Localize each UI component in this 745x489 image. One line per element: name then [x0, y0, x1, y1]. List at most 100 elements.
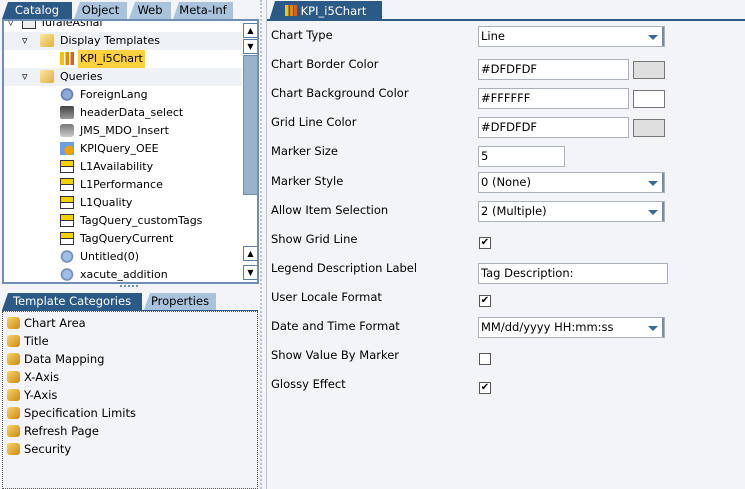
sql-icon [60, 106, 74, 119]
gear-icon [60, 88, 74, 101]
tag-icon [60, 196, 74, 209]
property-label: User Locale Format [271, 289, 382, 304]
property-label: Show Grid Line [271, 231, 358, 246]
tree-item[interactable]: TagQuery_customTags [4, 212, 242, 230]
property-label: Marker Size [271, 144, 339, 159]
tree-item-label: ForeignLang [80, 88, 148, 101]
db-icon [60, 124, 74, 137]
tree-scrollbar[interactable]: ▲ ▼ ▲ ▼ [242, 21, 257, 282]
property-label: Chart Border Color [271, 57, 379, 72]
property-label: Glossy Effect [271, 377, 346, 392]
color-swatch-button[interactable] [633, 119, 665, 138]
chevron-down-icon [648, 209, 658, 215]
tree-item[interactable]: xacute_addition [4, 266, 242, 282]
category-cube-icon [7, 371, 20, 383]
tree-item[interactable]: L1Availability [4, 158, 242, 176]
tab-template-categories[interactable]: Template Categories [2, 293, 142, 310]
project-icon [22, 21, 36, 29]
tree-item[interactable]: L1Quality [4, 194, 242, 212]
template-categories-list: Chart Area Title Data Mapping X-Axis Y-Axis S… [2, 311, 258, 489]
tree-item[interactable]: TagQueryCurrent [4, 230, 242, 248]
property-label: Chart Background Color [271, 86, 409, 101]
property-select[interactable]: MM/dd/yyyy HH:mm:ss [478, 317, 665, 338]
expand-toggle-icon[interactable]: ▿ [22, 32, 28, 50]
scroll-up-button-2[interactable]: ▲ [243, 246, 257, 261]
tree-item-label: L1Availability [80, 160, 154, 173]
expand-toggle-icon[interactable]: ▿ [22, 68, 28, 86]
color-input[interactable]: #DFDFDF [478, 117, 629, 139]
bar-chart-icon [284, 5, 297, 16]
scroll-thumb[interactable] [243, 55, 257, 195]
tree-item[interactable]: KPI_i5Chart [4, 50, 242, 68]
text-input[interactable]: 5 [478, 146, 565, 168]
color-swatch-button[interactable] [633, 61, 665, 80]
category-cube-icon [7, 389, 20, 401]
property-label: Show Value By Marker [271, 348, 400, 363]
property-label: Legend Description Label [271, 260, 418, 275]
tree-item[interactable]: ForeignLang [4, 86, 242, 104]
text-input[interactable]: Tag Description: [478, 262, 668, 284]
kpi-icon [60, 142, 74, 155]
color-input[interactable]: #FFFFFF [478, 88, 629, 110]
checkbox[interactable]: ✔ [479, 382, 491, 395]
property-select[interactable]: Line [478, 26, 665, 47]
tree-item-label: KPIQuery_OEE [80, 142, 159, 155]
scroll-down-button-2[interactable]: ▼ [243, 265, 257, 280]
chevron-down-icon [648, 326, 658, 331]
vertical-splitter[interactable] [260, 0, 262, 489]
category-cube-icon [7, 443, 20, 455]
tree-item-label: JMS_MDO_Insert [80, 124, 169, 137]
tree-item-label: xacute_addition [80, 268, 168, 281]
checkbox[interactable] [479, 353, 491, 366]
tag-icon [60, 214, 74, 227]
tree-item-label: TagQuery_customTags [80, 214, 203, 227]
category-cube-icon [7, 317, 20, 329]
tree-item-label: Queries [60, 70, 103, 83]
color-input[interactable]: #DFDFDF [478, 59, 629, 81]
checkbox[interactable]: ✔ [479, 294, 491, 307]
tab-object[interactable]: Object [74, 2, 127, 19]
tree-item-label: L1Performance [80, 178, 163, 191]
category-cube-icon [7, 425, 20, 437]
category-cube-icon [7, 353, 20, 365]
property-select[interactable]: 0 (None) [478, 171, 665, 193]
scroll-up-button[interactable]: ▲ [243, 23, 257, 38]
property-select[interactable]: 2 (Multiple) [478, 200, 665, 222]
folder-icon [40, 70, 54, 83]
xacute-icon [60, 268, 74, 281]
tab-web[interactable]: Web [129, 2, 171, 19]
chart-icon [60, 52, 74, 65]
chevron-down-icon [648, 35, 658, 40]
category-cube-icon [7, 407, 20, 419]
tab-meta-inf[interactable]: Meta-Inf [173, 2, 233, 19]
color-swatch-button[interactable] [633, 90, 665, 109]
checkbox[interactable]: ✔ [479, 236, 491, 249]
tree-item-label: L1Quality [80, 196, 133, 209]
xacute-icon [60, 250, 74, 263]
property-label: Date and Time Format [271, 319, 400, 333]
tree-item[interactable]: headerData_select [4, 104, 242, 122]
tree-item[interactable]: L1Performance [4, 176, 242, 194]
tree-item[interactable]: Untitled(0) [4, 248, 242, 266]
category-cube-icon [7, 335, 20, 347]
folder-icon [40, 34, 54, 47]
scroll-down-button[interactable]: ▼ [243, 39, 257, 54]
tab-properties[interactable]: Properties [144, 293, 216, 310]
tab-kpi-i5chart[interactable]: KPI_i5Chart [269, 1, 382, 21]
tree-item-label: headerData_select [80, 106, 184, 119]
property-label: Chart Type [271, 28, 333, 42]
property-label: Marker Style [271, 173, 344, 188]
tab-catalog[interactable]: Catalog [2, 2, 72, 19]
tree-folder[interactable]: ▿ Display Templates [4, 32, 242, 50]
property-label: Grid Line Color [271, 115, 357, 130]
tree-item[interactable]: KPIQuery_OEE [4, 140, 242, 158]
tree-folder[interactable]: ▿ Queries [4, 68, 242, 86]
tree-item-label: Untitled(0) [80, 250, 140, 263]
properties-editor: KPI_i5Chart Chart Type Line Chart Border C… [266, 0, 745, 489]
catalog-tree[interactable]: ▿ TufaleAshai ▿ Display Templates KPI_i5Ch… [2, 19, 259, 284]
tree-item-label: Display Templates [60, 34, 160, 47]
tree-root[interactable]: ▿ TufaleAshai [4, 21, 242, 32]
tree-item[interactable]: JMS_MDO_Insert [4, 122, 242, 140]
splitter-handle[interactable] [120, 285, 138, 288]
tag-icon [60, 232, 74, 245]
